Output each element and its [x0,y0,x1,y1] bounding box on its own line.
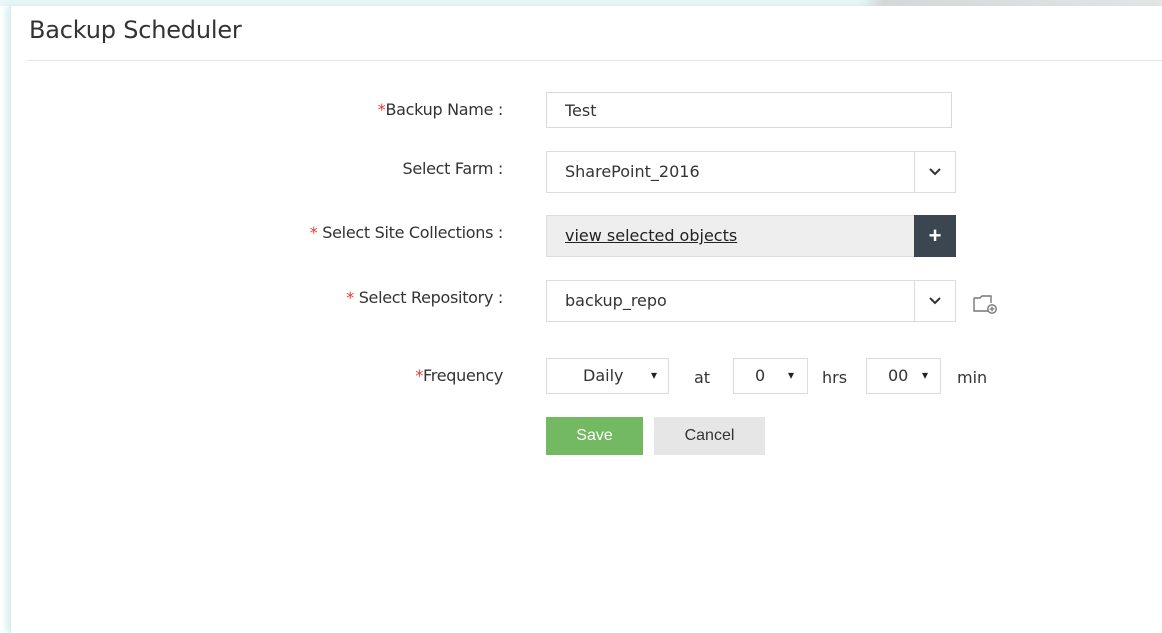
frequency-at-text: at [694,368,711,387]
frequency-min-text: min [957,368,988,387]
site-collections-label-text: Select Site Collections : [317,223,503,242]
folder-add-icon[interactable] [971,292,999,314]
chevron-down-icon: ▾ [922,368,929,382]
frequency-minutes-select[interactable]: 00 ▾ [866,358,941,394]
backup-scheduler-panel: Backup Scheduler *Backup Name : Test Sel… [10,6,1162,633]
chevron-down-icon [929,297,941,305]
repository-label: * Select Repository : [346,288,503,307]
frequency-hrs-text: hrs [822,368,848,387]
frequency-period-select[interactable]: Daily ▾ [546,358,669,394]
farm-dropdown-toggle[interactable] [914,152,955,192]
frequency-row: *Frequency Daily ▾ at 0 ▾ hrs 00 ▾ min [11,358,1162,394]
frequency-label-text: Frequency [423,366,503,385]
repository-select-value: backup_repo [565,291,667,310]
repository-select[interactable]: backup_repo [546,280,956,322]
frequency-hours-value: 0 [755,366,766,385]
form-actions: Save Cancel [11,417,1162,457]
frequency-minutes-value: 00 [888,366,909,385]
page-title: Backup Scheduler [29,16,242,44]
site-collections-row: * Select Site Collections : view selecte… [11,215,1162,257]
cancel-button[interactable]: Cancel [654,417,765,455]
title-divider [27,60,1162,61]
view-selected-objects-link[interactable]: view selected objects [565,226,737,245]
backup-name-label-text: Backup Name : [385,100,503,119]
farm-label: Select Farm : [402,159,504,178]
chevron-down-icon: ▾ [651,368,658,382]
site-collections-label: * Select Site Collections : [309,223,504,242]
required-mark: * [346,288,354,307]
frequency-label: *Frequency [415,366,503,385]
chevron-down-icon: ▾ [788,368,795,382]
required-mark: * [415,366,424,385]
frequency-hours-select[interactable]: 0 ▾ [733,358,808,394]
frequency-period-value: Daily [583,366,624,385]
backup-name-label: *Backup Name : [378,100,504,119]
farm-row: Select Farm : SharePoint_2016 [11,151,1162,193]
required-mark: * [309,223,318,242]
repository-row: * Select Repository : backup_repo [11,280,1162,322]
repository-dropdown-toggle[interactable] [914,281,955,321]
backup-name-input[interactable]: Test [546,92,952,128]
farm-select-value: SharePoint_2016 [565,162,700,181]
add-site-collections-button[interactable]: + [914,215,956,257]
repository-label-text: Select Repository : [353,288,504,307]
site-collections-field: view selected objects + [546,215,956,257]
backup-name-row: *Backup Name : Test [11,92,1162,128]
save-button[interactable]: Save [546,417,643,455]
farm-select[interactable]: SharePoint_2016 [546,151,956,193]
chevron-down-icon [929,168,941,176]
